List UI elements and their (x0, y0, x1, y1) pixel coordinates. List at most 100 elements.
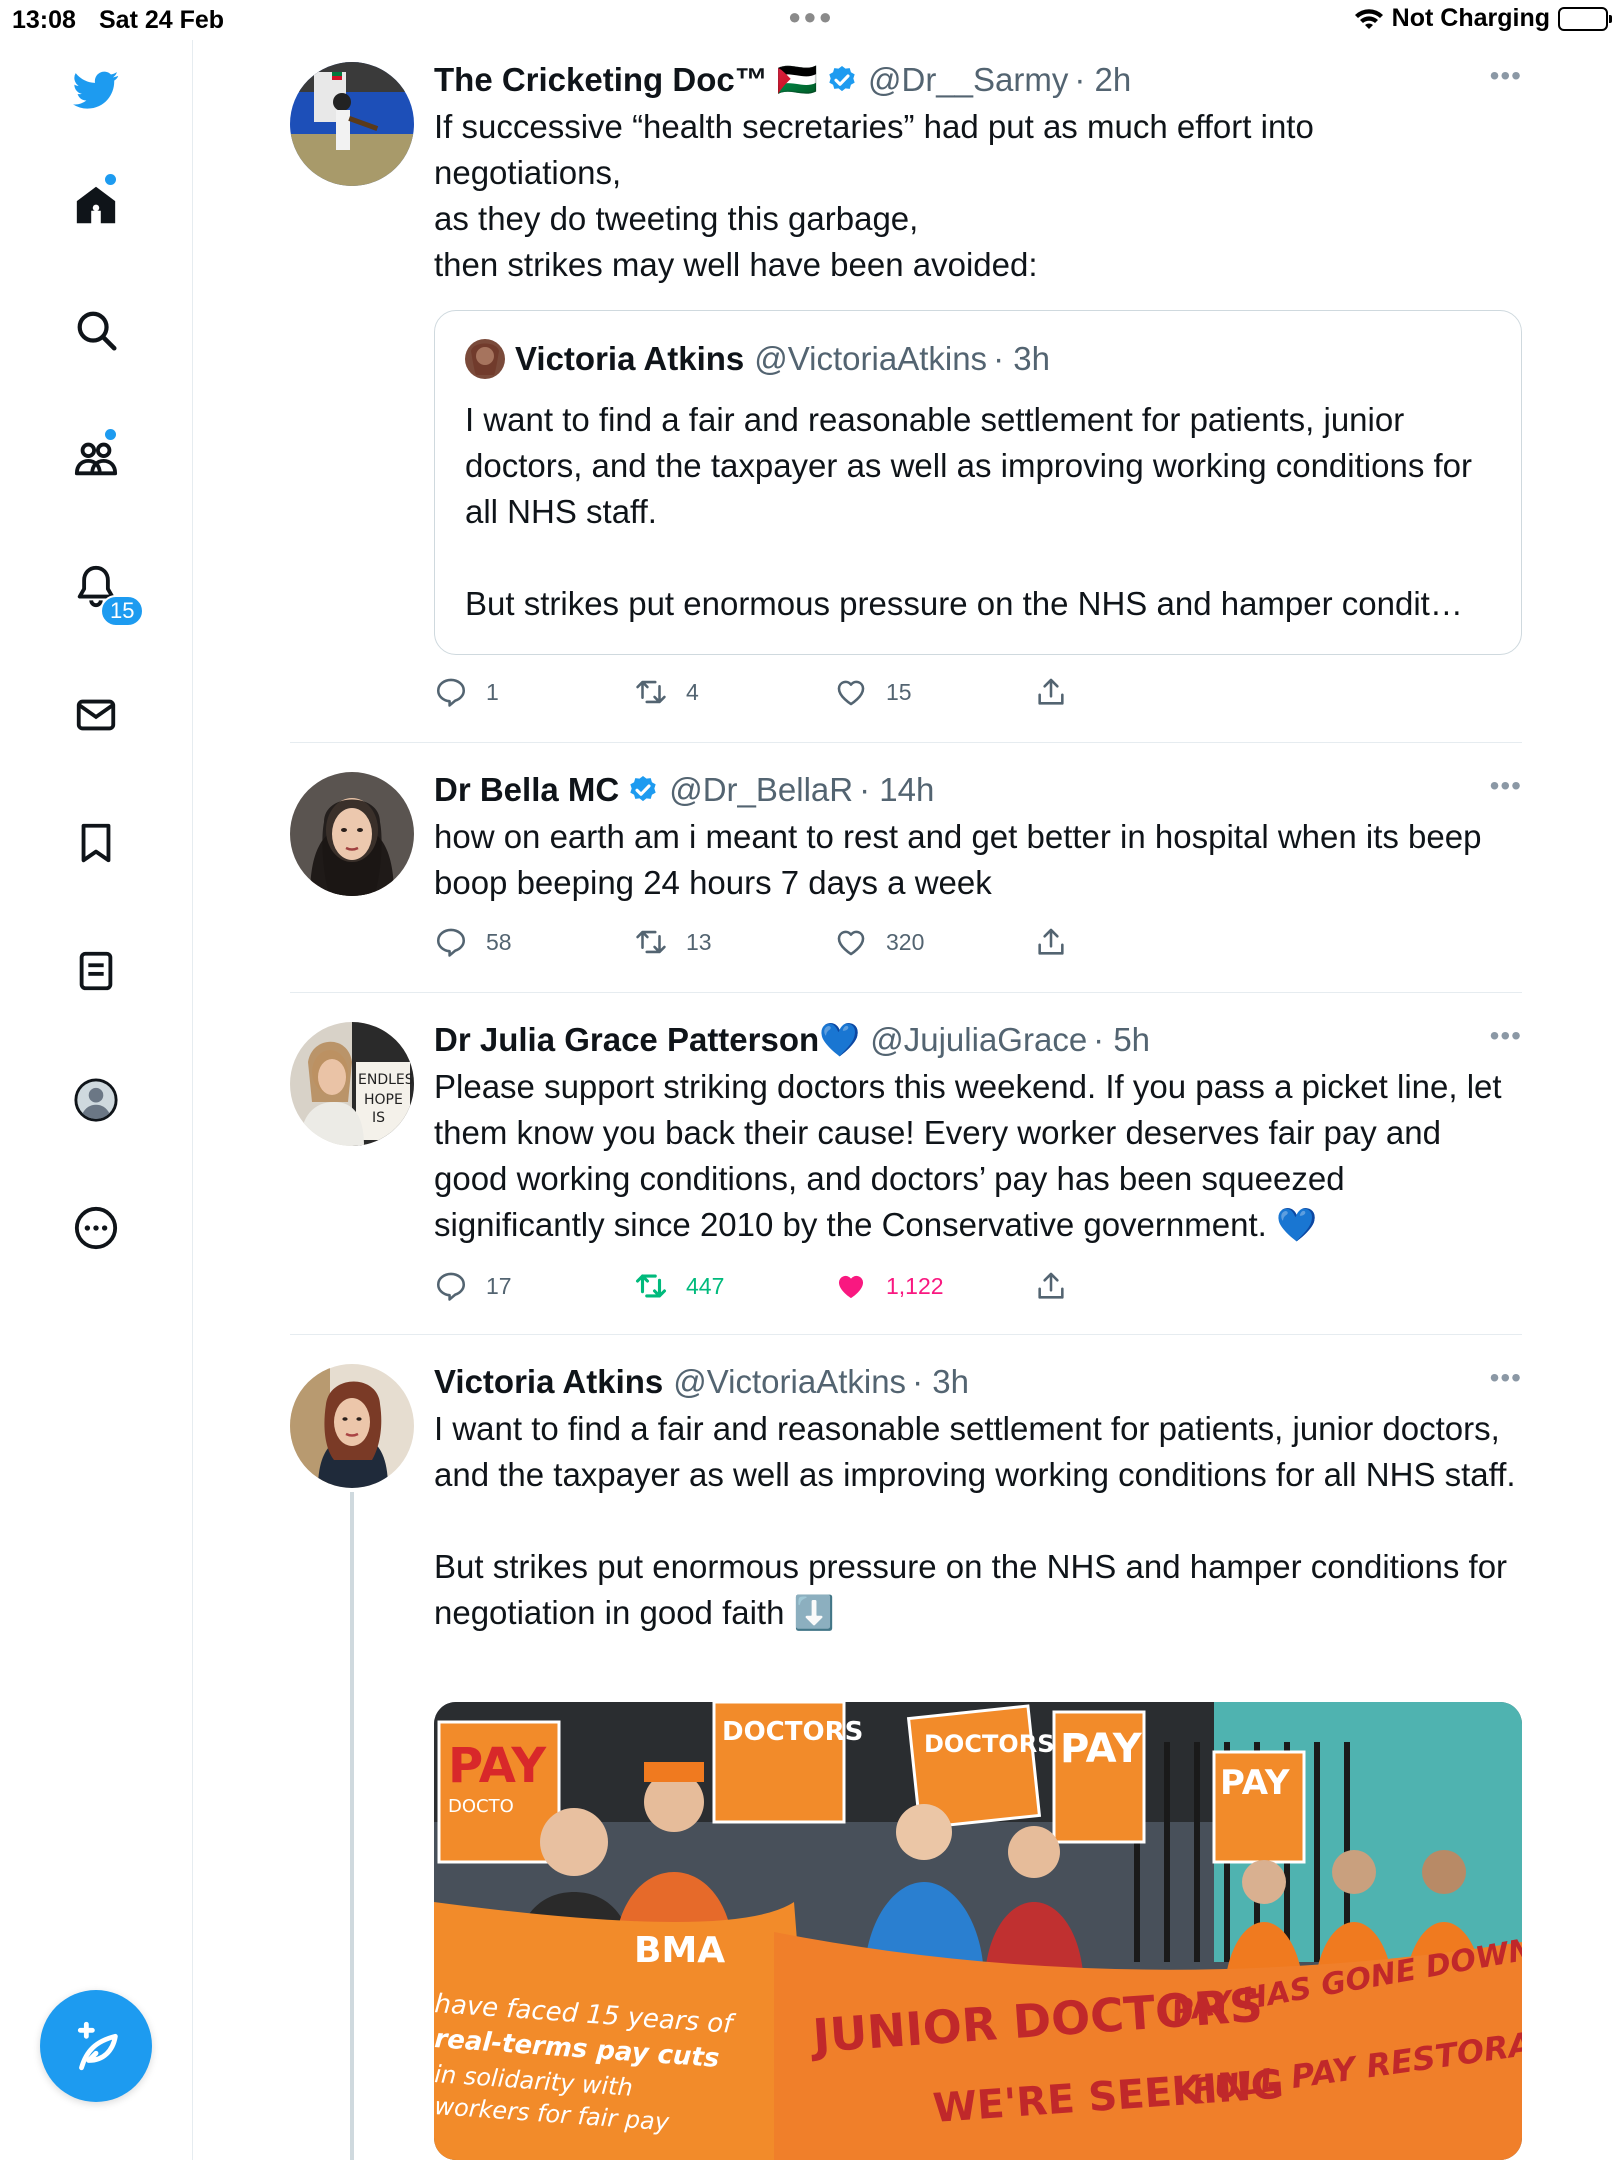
envelope-icon (76, 699, 116, 731)
author-handle[interactable]: @Dr__Sarmy (868, 60, 1068, 100)
nav-lists[interactable] (66, 941, 126, 1001)
nav-home[interactable] (66, 175, 126, 235)
svg-text:BMA: BMA (634, 1930, 725, 1971)
reply-count: 17 (486, 1272, 512, 1299)
status-time: 13:08 (12, 6, 76, 34)
quoted-tweet-text: I want to find a fair and reasonable set… (465, 401, 1472, 622)
reply-button[interactable]: 1 (434, 672, 499, 712)
like-count: 1,122 (886, 1272, 944, 1299)
avatar[interactable] (290, 62, 414, 186)
svg-text:ENDLES: ENDLES (358, 1072, 414, 1088)
retweet-icon (636, 680, 666, 704)
tweet-time: · 5h (1093, 1021, 1151, 1058)
author-name[interactable]: Dr Julia Grace Patterson💙 (434, 1020, 860, 1060)
share-button[interactable] (1034, 1266, 1068, 1306)
reply-icon (436, 928, 466, 957)
tweet-text: If successive “health secretaries” had p… (434, 108, 1314, 283)
status-bar: 13:08 Sat 24 Feb ●●● Not Charging (0, 0, 1620, 40)
quoted-author-handle: @VictoriaAtkins (754, 340, 988, 377)
retweet-count: 13 (686, 928, 712, 955)
svg-text:HOPE: HOPE (364, 1092, 403, 1108)
tweet-time: · 3h (912, 1363, 969, 1400)
home-icon (76, 186, 116, 224)
compose-tweet-button[interactable] (40, 1990, 152, 2102)
like-button[interactable]: 15 (834, 672, 912, 712)
nav-messages[interactable] (66, 685, 126, 745)
author-name[interactable]: Dr Bella MC (434, 770, 619, 810)
svg-text:DOCTORS: DOCTORS (722, 1717, 863, 1747)
avatar-icon (74, 1078, 118, 1122)
divider (290, 992, 1522, 993)
share-icon (1038, 678, 1064, 705)
list-icon (79, 951, 113, 991)
quoted-tweet-time: · 3h (993, 340, 1050, 377)
home-unread-dot (105, 174, 116, 185)
svg-text:DOCTORS: DOCTORS (924, 1730, 1054, 1758)
author-handle[interactable]: @VictoriaAtkins (673, 1362, 906, 1402)
search-icon (77, 311, 117, 351)
nav-more[interactable] (66, 1198, 126, 1258)
author-handle[interactable]: @JujuliaGrace (870, 1020, 1087, 1060)
share-icon (1038, 928, 1064, 955)
avatar[interactable] (290, 772, 414, 896)
tweet-actions: 58 13 320 (434, 922, 1114, 962)
share-button[interactable] (1034, 922, 1068, 962)
notifications-badge: 15 (100, 595, 145, 627)
tweet[interactable]: ENDLES HOPE IS Dr Julia Grace Patterson💙 @… (290, 1020, 1522, 1320)
like-button[interactable]: 320 (834, 922, 924, 962)
author-name[interactable]: Victoria Atkins (434, 1362, 663, 1402)
svg-text:IS: IS (372, 1110, 385, 1126)
verified-badge-icon (829, 66, 855, 92)
divider (290, 1334, 1522, 1335)
avatar[interactable]: ENDLES HOPE IS (290, 1022, 414, 1146)
share-button[interactable] (1034, 672, 1068, 712)
more-options-icon[interactable]: ••• (1490, 60, 1522, 92)
retweet-button[interactable]: 447 (634, 1266, 724, 1306)
more-options-icon[interactable]: ••• (1490, 1362, 1522, 1394)
tweet-text: how on earth am i meant to rest and get … (434, 818, 1491, 901)
tweet[interactable]: The Cricketing Doc™ 🇵🇸 @Dr__Sarmy · 2h •… (290, 60, 1522, 710)
retweet-icon (635, 1274, 667, 1298)
tweet-media-image[interactable]: PAY DOCTO DOCTORS DOCTORS PAY PAY BMA ha… (434, 1702, 1522, 2160)
nav-bookmarks[interactable] (66, 813, 126, 873)
thread-line (350, 1492, 354, 2160)
tweet[interactable]: Dr Bella MC @Dr_BellaR · 14h ••• how on … (290, 770, 1522, 970)
share-icon (1038, 1272, 1064, 1299)
charging-status: Not Charging (1391, 4, 1550, 32)
reply-button[interactable]: 17 (434, 1266, 512, 1306)
multitasking-dots-icon[interactable]: ●●● (788, 4, 834, 30)
like-button[interactable]: 1,122 (834, 1266, 944, 1306)
quoted-tweet[interactable]: Victoria Atkins @VictoriaAtkins · 3h I w… (434, 310, 1522, 655)
avatar[interactable] (290, 1364, 414, 1488)
tweet-time: · 2h (1074, 61, 1132, 98)
retweet-button[interactable]: 4 (634, 672, 699, 712)
quoted-author-name: Victoria Atkins (515, 340, 745, 377)
reply-button[interactable]: 58 (434, 922, 512, 962)
retweet-button[interactable]: 13 (634, 922, 712, 962)
like-count: 15 (886, 678, 912, 705)
retweet-count: 447 (686, 1272, 725, 1299)
twitter-bird-icon[interactable] (66, 60, 126, 120)
nav-explore[interactable] (66, 300, 126, 360)
more-circle-icon (74, 1206, 118, 1250)
divider (290, 742, 1522, 743)
svg-text:DOCTO: DOCTO (448, 1796, 514, 1817)
status-date: Sat 24 Feb (99, 6, 225, 34)
author-handle[interactable]: @Dr_BellaR (669, 770, 853, 810)
tweet-text: I want to find a fair and reasonable set… (434, 1410, 1516, 1631)
reply-count: 58 (486, 928, 512, 955)
more-options-icon[interactable]: ••• (1490, 770, 1522, 802)
nav-profile[interactable] (66, 1070, 126, 1130)
reply-icon (436, 678, 466, 707)
nav-communities[interactable] (66, 428, 126, 488)
author-name[interactable]: The Cricketing Doc™ 🇵🇸 (434, 60, 818, 100)
status-right: Not Charging (1354, 4, 1612, 33)
sidebar: 15 (0, 40, 193, 2160)
heart-icon (837, 680, 865, 706)
verified-badge-icon (630, 776, 656, 802)
tweet-text: Please support striking doctors this wee… (434, 1068, 1511, 1243)
people-icon (74, 442, 118, 476)
tweet[interactable]: Victoria Atkins @VictoriaAtkins · 3h •••… (290, 1362, 1522, 2160)
svg-text:PAY: PAY (1220, 1763, 1290, 1803)
more-options-icon[interactable]: ••• (1490, 1020, 1522, 1052)
